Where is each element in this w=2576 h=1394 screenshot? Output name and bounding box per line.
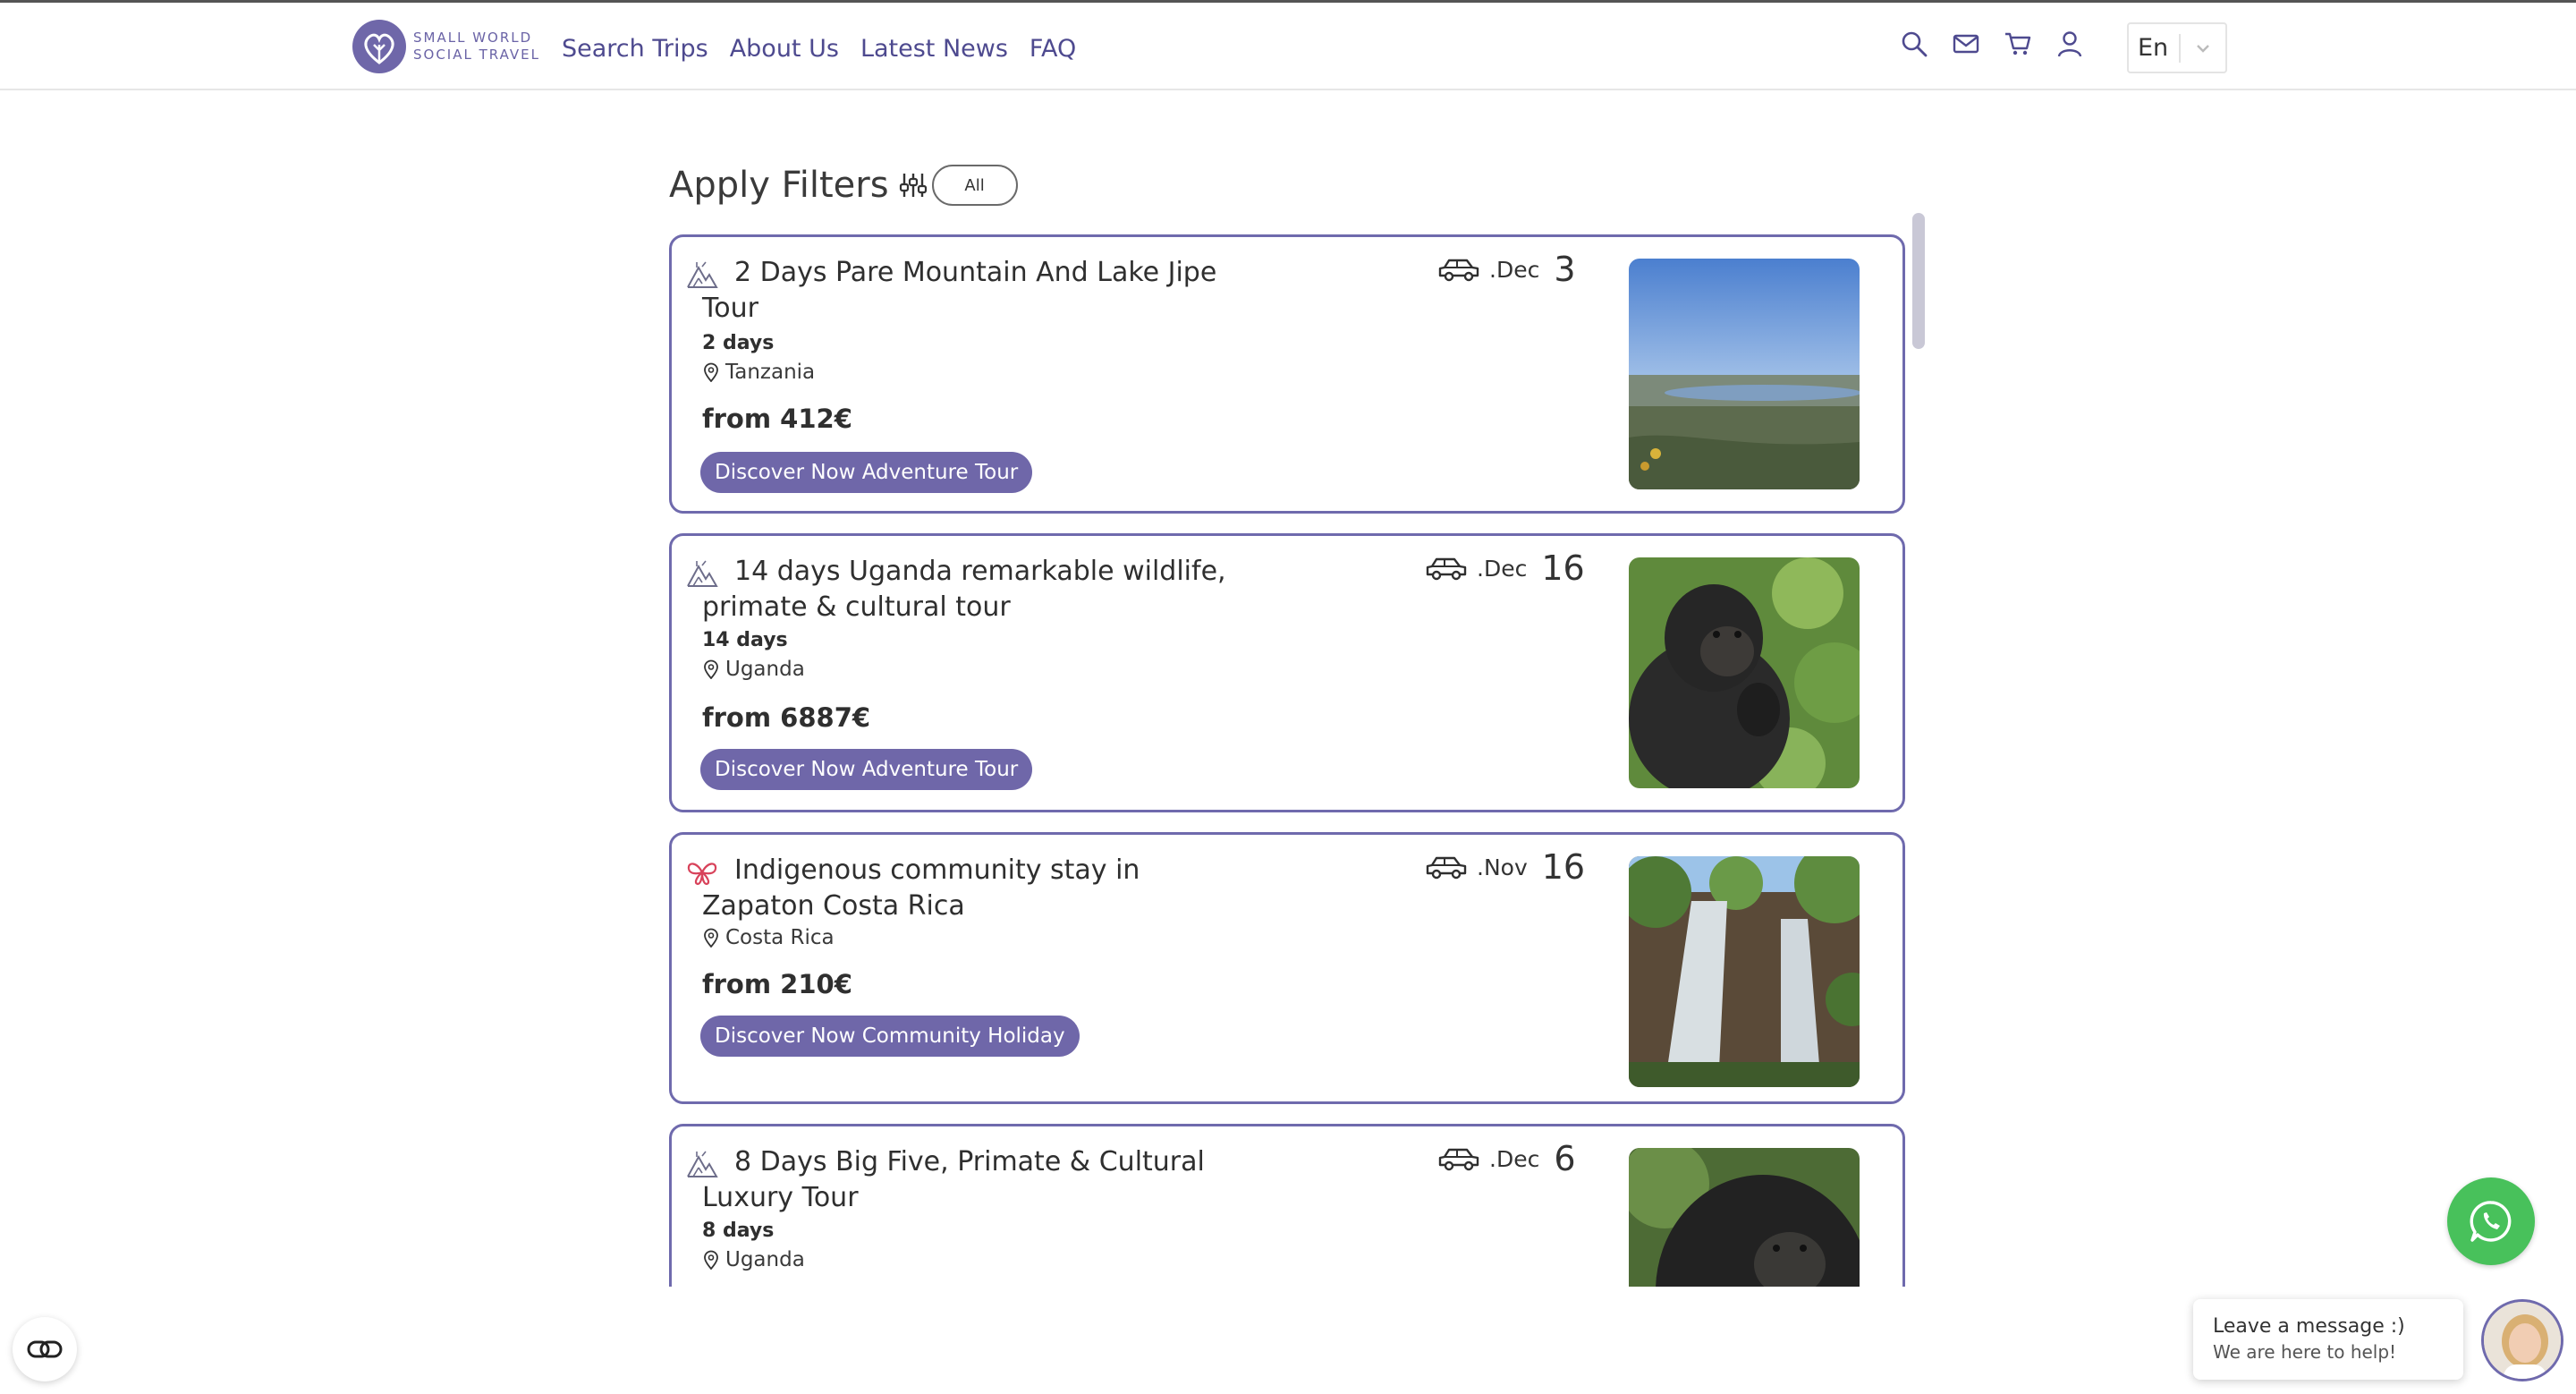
car-icon (1438, 1148, 1479, 1171)
agent-avatar-image (2484, 1302, 2561, 1379)
logo-text: SMALL WORLD SOCIAL TRAVEL (413, 30, 540, 64)
chat-avatar[interactable] (2481, 1299, 2563, 1381)
site-header: SMALL WORLD SOCIAL TRAVEL Search Trips A… (0, 0, 2576, 90)
trip-location-text: Uganda (725, 1248, 805, 1271)
trip-card[interactable]: 14 days Uganda remarkable wildlife, prim… (669, 533, 1905, 812)
trip-image-gorilla[interactable] (1629, 1148, 1860, 1287)
language-separator (2179, 33, 2181, 63)
trip-title[interactable]: 8 Days Big Five, Primate & Cultural Luxu… (702, 1144, 1239, 1216)
user-icon[interactable] (2055, 30, 2084, 58)
trip-location: Uganda (702, 658, 805, 681)
logo-line1: SMALL WORLD (413, 30, 533, 46)
discover-button[interactable]: Discover Now Community Holiday (700, 1016, 1080, 1057)
trip-card[interactable]: Indigenous community stay in Zapaton Cos… (669, 832, 1905, 1104)
filters-title: Apply Filters (669, 165, 889, 206)
header-icons (1900, 30, 2084, 58)
logo[interactable]: SMALL WORLD SOCIAL TRAVEL (351, 17, 540, 76)
chat-line1: Leave a message :) (2213, 1315, 2405, 1338)
discover-button[interactable]: Discover Now Adventure Tour (700, 452, 1033, 493)
nav-latest-news[interactable]: Latest News (860, 35, 1008, 63)
chevron-down-icon (2197, 44, 2209, 53)
trip-month: .Dec (1489, 1145, 1540, 1172)
trip-location-text: Tanzania (725, 361, 816, 384)
location-pin-icon (704, 659, 718, 679)
trip-date: .Dec 3 (1437, 250, 1576, 289)
nav-faq[interactable]: FAQ (1030, 35, 1076, 63)
location-pin-icon (704, 1250, 718, 1270)
car-icon (1438, 259, 1479, 282)
trip-location: Costa Rica (702, 926, 835, 949)
chat-prompt[interactable]: Leave a message :) We are here to help! (2193, 1299, 2463, 1380)
trip-location: Tanzania (702, 361, 815, 384)
location-pin-icon (704, 928, 718, 948)
trip-day: 6 (1554, 1139, 1576, 1178)
search-icon[interactable] (1900, 30, 1928, 58)
trip-month: .Dec (1489, 256, 1540, 283)
trip-location-text: Costa Rica (725, 926, 835, 949)
trip-month: .Nov (1477, 854, 1528, 880)
mail-icon[interactable] (1952, 30, 1980, 58)
trip-date: .Nov 16 (1425, 847, 1585, 887)
filters-bar: Apply Filters All (669, 165, 1018, 206)
trip-day: 16 (1541, 847, 1586, 887)
trip-duration: 8 days (702, 1220, 775, 1242)
trip-day: 16 (1541, 548, 1585, 588)
trip-price: from 412€ (702, 404, 852, 434)
trip-month: .Dec (1477, 555, 1528, 582)
trip-title[interactable]: Indigenous community stay in Zapaton Cos… (702, 853, 1239, 924)
whatsapp-icon (2470, 1201, 2512, 1242)
language-select[interactable]: En (2127, 22, 2227, 73)
accessibility-button[interactable] (13, 1317, 77, 1381)
trip-price: from 210€ (702, 969, 852, 999)
nav-search-trips[interactable]: Search Trips (562, 35, 708, 63)
trip-date: .Dec 16 (1425, 548, 1585, 588)
accessibility-icon (27, 1340, 63, 1358)
chat-line2: We are here to help! (2213, 1341, 2397, 1363)
list-scrollbar[interactable] (1912, 213, 1925, 349)
trip-image-waterfall[interactable] (1629, 856, 1860, 1087)
cart-icon[interactable] (2004, 30, 2032, 58)
logo-heart-icon (352, 20, 406, 73)
main-nav: Search Trips About Us Latest News FAQ (562, 35, 1076, 63)
filter-all-button[interactable]: All (931, 165, 1018, 206)
trip-title[interactable]: 14 days Uganda remarkable wildlife, prim… (702, 554, 1239, 625)
trip-location-text: Uganda (725, 658, 805, 681)
trip-duration: 2 days (702, 332, 775, 354)
location-pin-icon (704, 362, 718, 382)
trip-day: 3 (1554, 250, 1576, 289)
trip-duration: 14 days (702, 629, 788, 651)
language-value: En (2138, 34, 2169, 62)
trip-card[interactable]: 2 Days Pare Mountain And Lake Jipe Tour … (669, 234, 1905, 514)
logo-line2: SOCIAL TRAVEL (413, 47, 540, 63)
trip-location: Uganda (702, 1248, 805, 1271)
trip-price: from 6887€ (702, 702, 871, 733)
trip-card[interactable]: 8 Days Big Five, Primate & Cultural Luxu… (669, 1124, 1905, 1287)
trip-image-baby-gorilla[interactable] (1629, 557, 1860, 788)
trip-image-lake[interactable] (1629, 259, 1860, 489)
discover-button[interactable]: Discover Now Adventure Tour (700, 749, 1033, 790)
trip-title[interactable]: 2 Days Pare Mountain And Lake Jipe Tour (702, 255, 1239, 327)
car-icon (1426, 856, 1467, 880)
whatsapp-button[interactable] (2447, 1177, 2535, 1265)
nav-about-us[interactable]: About Us (730, 35, 839, 63)
trip-list: 2 Days Pare Mountain And Lake Jipe Tour … (669, 233, 1909, 1287)
sliders-icon[interactable] (898, 170, 928, 200)
trip-date: .Dec 6 (1437, 1139, 1576, 1178)
car-icon (1426, 557, 1467, 581)
